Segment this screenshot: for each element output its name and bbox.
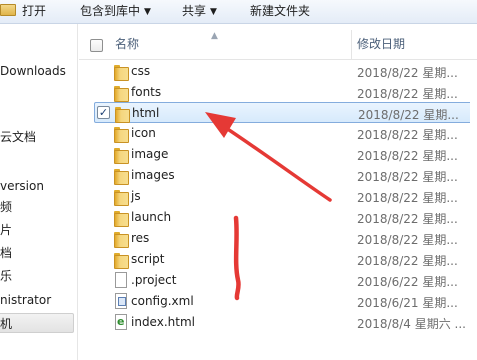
open-icon — [0, 4, 16, 16]
checkbox-icon[interactable]: ✓ — [97, 106, 110, 119]
navigation-pane: Downloads 云文档 version 频 片 档 乐 nistrator … — [0, 24, 78, 360]
file-date: 2018/8/22 星期... — [357, 128, 458, 142]
share-button[interactable]: 共享 ▼ — [182, 0, 217, 23]
file-date: 2018/8/22 星期... — [357, 254, 458, 268]
nav-item-label: nistrator — [0, 293, 52, 307]
file-name: css — [131, 64, 151, 78]
file-row-index-html[interactable]: index.html 2018/8/4 星期六 ... — [94, 312, 477, 333]
file-name: script — [131, 252, 165, 266]
sort-up-icon: ▲ — [211, 31, 218, 41]
nav-item-documents[interactable]: 档 — [0, 243, 12, 263]
file-date: 2018/8/22 星期... — [357, 170, 458, 184]
file-name: html — [132, 106, 160, 120]
xml-file-icon — [115, 293, 127, 309]
include-in-library-button[interactable]: 包含到库中 ▼ — [80, 0, 151, 23]
date-column-header[interactable]: 修改日期 — [357, 35, 405, 52]
file-row-script[interactable]: script 2018/8/22 星期... — [94, 249, 477, 270]
file-name: config.xml — [131, 294, 194, 308]
file-row-fonts[interactable]: fonts 2018/8/22 星期... — [94, 82, 477, 103]
folder-icon — [114, 232, 129, 248]
file-name: fonts — [131, 85, 162, 99]
select-all-checkbox[interactable] — [90, 39, 103, 52]
folder-icon — [114, 65, 129, 81]
nav-item-version[interactable]: version — [0, 176, 44, 196]
nav-item-label: 档 — [0, 246, 13, 260]
file-row-launch[interactable]: launch 2018/8/22 星期... — [94, 207, 477, 228]
file-date: 2018/8/22 星期... — [357, 212, 458, 226]
folder-icon — [114, 127, 129, 143]
folder-icon — [114, 211, 129, 227]
file-date: 2018/6/21 星期... — [357, 296, 458, 310]
file-row-project[interactable]: .project 2018/6/22 星期... — [94, 270, 477, 291]
dropdown-arrow-icon: ▼ — [144, 7, 151, 17]
vertical-scrollbar[interactable] — [470, 96, 477, 360]
column-header: 名称 ▲ 修改日期 — [79, 30, 477, 60]
include-label: 包含到库中 — [80, 4, 141, 18]
nav-item-cloud-docs[interactable]: 云文档 — [0, 127, 36, 147]
nav-item-label: 频 — [0, 200, 13, 214]
open-button[interactable]: 打开 — [0, 0, 46, 23]
nav-item-label: 乐 — [0, 269, 13, 283]
file-row-icon[interactable]: icon 2018/8/22 星期... — [94, 123, 477, 144]
file-date: 2018/8/22 星期... — [358, 108, 459, 122]
nav-item-label: version — [0, 179, 44, 193]
nav-item-label: 片 — [0, 223, 13, 237]
file-row-image[interactable]: image 2018/8/22 星期... — [94, 144, 477, 165]
nav-item-videos[interactable]: 频 — [0, 197, 12, 217]
dropdown-arrow-icon: ▼ — [210, 7, 217, 17]
open-label: 打开 — [22, 4, 47, 18]
folder-icon — [114, 190, 129, 206]
file-name: launch — [131, 210, 172, 224]
name-column-header[interactable]: 名称 — [115, 35, 139, 52]
share-label: 共享 — [182, 4, 207, 18]
nav-item-pictures[interactable]: 片 — [0, 220, 12, 240]
file-list: 名称 ▲ 修改日期 css 2018/8/22 星期... fonts 2018… — [79, 24, 477, 360]
file-name: res — [131, 231, 150, 245]
nav-item-computer[interactable]: 机 — [0, 313, 74, 333]
file-name: js — [131, 189, 141, 203]
file-date: 2018/8/22 星期... — [357, 233, 458, 247]
folder-icon — [114, 86, 129, 102]
file-row-html[interactable]: ✓ html 2018/8/22 星期... — [94, 102, 477, 123]
file-date: 2018/6/22 星期... — [357, 275, 458, 289]
nav-item-label: 云文档 — [0, 130, 37, 144]
file-name: icon — [131, 126, 156, 140]
file-date: 2018/8/22 星期... — [357, 149, 458, 163]
nav-item-music[interactable]: 乐 — [0, 266, 12, 286]
file-row-config-xml[interactable]: config.xml 2018/6/21 星期... — [94, 291, 477, 312]
file-date: 2018/8/22 星期... — [357, 66, 458, 80]
folder-icon — [114, 169, 129, 185]
new-folder-label: 新建文件夹 — [250, 4, 311, 18]
html-file-icon — [115, 314, 127, 330]
folder-icon — [115, 107, 130, 123]
file-row-css[interactable]: css 2018/8/22 星期... — [94, 61, 477, 82]
column-divider[interactable] — [351, 30, 352, 60]
file-date: 2018/8/22 星期... — [357, 191, 458, 205]
file-name: images — [131, 168, 175, 182]
nav-item-label: 机 — [0, 317, 13, 331]
file-row-images[interactable]: images 2018/8/22 星期... — [94, 165, 477, 186]
file-name: index.html — [131, 315, 195, 329]
file-row-res[interactable]: res 2018/8/22 星期... — [94, 228, 477, 249]
file-name: image — [131, 147, 169, 161]
file-icon — [115, 272, 127, 288]
file-date: 2018/8/4 星期六 ... — [357, 317, 466, 331]
file-row-js[interactable]: js 2018/8/22 星期... — [94, 186, 477, 207]
file-name: .project — [131, 273, 177, 287]
command-bar: 打开 包含到库中 ▼ 共享 ▼ 新建文件夹 — [0, 0, 477, 24]
nav-item-label: Downloads — [0, 64, 66, 78]
nav-item-downloads[interactable]: Downloads — [0, 61, 66, 81]
new-folder-button[interactable]: 新建文件夹 — [250, 0, 310, 23]
file-date: 2018/8/22 星期... — [357, 87, 458, 101]
folder-icon — [114, 148, 129, 164]
nav-item-administrator[interactable]: nistrator — [0, 290, 51, 310]
folder-icon — [114, 253, 129, 269]
